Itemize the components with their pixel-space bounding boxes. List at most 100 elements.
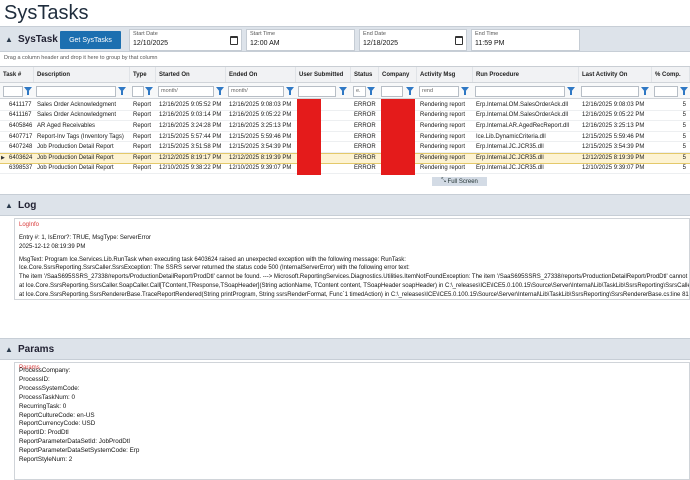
group-by-hint[interactable]: Drag a column header and drop it here to… [4, 55, 157, 61]
start-time-label: Start Time [250, 31, 276, 37]
col-header-procedure[interactable]: Run Procedure [473, 67, 579, 82]
col-header-started[interactable]: Started On [156, 67, 226, 82]
cell-pct: 5 [682, 155, 686, 162]
table-row[interactable]: 6407248 Job Production Detail Report Repor… [0, 141, 690, 154]
table-row[interactable]: 6407717 Report-Inv Tags (Inventory Tags) R… [0, 130, 690, 143]
cell-activity: Rendering report [420, 144, 466, 151]
log-line: MsgText: Program Ice.Services.Lib.RunTas… [19, 256, 406, 263]
start-date-field[interactable]: Start Date 12/10/2025 [129, 29, 242, 51]
table-row[interactable]: 6405846 AR Aged Receivables Report 12/16/20… [0, 120, 690, 133]
cell-description: Job Production Detail Report [37, 144, 114, 151]
chevron-up-icon[interactable]: ▲ [0, 201, 18, 210]
col-header-ended[interactable]: Ended On [226, 67, 296, 82]
filter-icon[interactable] [461, 87, 469, 95]
pct-filter-input[interactable] [654, 86, 678, 97]
filter-icon[interactable] [145, 87, 153, 95]
cell-ended: 12/16/2025 9:08:03 PM [229, 101, 292, 108]
cell-last: 12/16/2025 9:08:03 PM [582, 101, 645, 108]
cell-status: ERROR [354, 112, 376, 119]
full-screen-button[interactable]: ⤡ Full Screen [432, 177, 487, 186]
user-filter-input[interactable] [298, 86, 336, 97]
cell-task: 6398537 [9, 165, 33, 172]
cell-activity: Rendering report [420, 133, 466, 140]
cell-last: 12/16/2025 3:25:13 PM [582, 122, 645, 129]
col-header-pct[interactable]: % Comp. [652, 67, 690, 82]
end-date-label: End Date [363, 31, 386, 37]
filter-icon[interactable] [118, 87, 126, 95]
get-systasks-button[interactable]: Get SysTasks [60, 31, 121, 49]
started-filter-input[interactable]: month/ [158, 86, 214, 97]
param-line: ReportCultureCode: en-US [19, 411, 95, 419]
start-time-field[interactable]: Start Time 12:00 AM [246, 29, 355, 51]
calendar-icon[interactable] [455, 36, 463, 45]
filter-icon[interactable] [680, 87, 688, 95]
cell-activity: Rendering report [420, 165, 466, 172]
systask-grid: Task # Description Type Started On Ended… [0, 66, 690, 176]
filter-icon[interactable] [641, 87, 649, 95]
company-filter-input[interactable] [381, 86, 403, 97]
cell-type: Report [133, 144, 152, 151]
calendar-icon[interactable] [230, 36, 238, 45]
col-header-status[interactable]: Status [351, 67, 379, 82]
param-line: RecurringTask: 0 [19, 402, 67, 410]
col-header-task[interactable]: Task # [0, 67, 34, 82]
filter-icon[interactable] [216, 87, 224, 95]
col-header-user[interactable]: User Submitted [296, 67, 351, 82]
grid-filter-row: month/ month/ e. rend [0, 83, 690, 99]
redacted-company-cell [381, 141, 415, 154]
filter-icon[interactable] [339, 87, 347, 95]
systask-panel-header[interactable]: ▲ SysTask Get SysTasks Start Date 12/10/… [0, 26, 690, 52]
ended-filter-input[interactable]: month/ [228, 86, 284, 97]
log-panel-header[interactable]: ▲ Log [0, 194, 690, 216]
table-row[interactable]: 6398537 Job Production Detail Report Repor… [0, 162, 690, 175]
chevron-up-icon[interactable]: ▲ [0, 345, 18, 354]
param-line: ProcessID: [19, 375, 50, 383]
filter-icon[interactable] [406, 87, 414, 95]
cell-status: ERROR [354, 101, 376, 108]
table-row[interactable]: ▶ 6403624 Job Production Detail Report Repo… [0, 153, 690, 165]
param-line: ReportID: ProdDtl [19, 429, 69, 437]
cell-description: Sales Order Acknowledgment [37, 101, 117, 108]
table-row[interactable]: 6411177 Sales Order Acknowledgment Report 1… [0, 99, 690, 111]
procedure-filter-input[interactable] [475, 86, 565, 97]
col-header-company[interactable]: Company [379, 67, 417, 82]
row-indicator-icon: ▶ [1, 155, 5, 161]
table-row[interactable]: 6411167 Sales Order Acknowledgment Report 1… [0, 109, 690, 122]
cell-started: 12/16/2025 9:03:14 PM [159, 112, 222, 119]
cell-activity: Rendering report [420, 101, 466, 108]
col-header-activity[interactable]: Activity Msg [417, 67, 473, 82]
col-header-type[interactable]: Type [130, 67, 156, 82]
last-activity-filter-input[interactable] [581, 86, 639, 97]
param-line: ProcessSystemCode: [19, 384, 80, 392]
col-header-last-activity[interactable]: Last Activity On [579, 67, 652, 82]
cell-started: 12/12/2025 8:19:17 PM [159, 155, 222, 162]
cell-procedure: Erp.Internal.JC.JCR35.dll [476, 155, 544, 162]
params-box[interactable]: Params ProcessCompany: ProcessID: ProcessS… [14, 362, 690, 480]
activity-filter-input[interactable]: rend [419, 86, 459, 97]
params-panel-header[interactable]: ▲ Params [0, 338, 690, 360]
chevron-up-icon[interactable]: ▲ [0, 35, 18, 44]
redacted-user-cell [297, 162, 321, 175]
col-header-description[interactable]: Description [34, 67, 130, 82]
log-info-box[interactable]: LogInfo Entry #: 1, IsError?: TRUE, MsgT… [14, 218, 690, 300]
filter-icon[interactable] [286, 87, 294, 95]
start-date-label: Start Date [133, 31, 158, 37]
param-line: ProcessCompany: [19, 367, 71, 374]
cell-started: 12/10/2025 9:38:22 PM [159, 165, 222, 172]
param-line: ProcessTaskNum: 0 [19, 393, 75, 401]
filter-icon[interactable] [567, 87, 575, 95]
redacted-user-cell [297, 141, 321, 154]
description-filter-input[interactable] [36, 86, 116, 97]
end-date-value: 12/18/2025 [363, 40, 399, 47]
type-filter-input[interactable] [132, 86, 144, 97]
grid-header-row: Task # Description Type Started On Ended… [0, 67, 690, 83]
task-filter-input[interactable] [3, 86, 23, 97]
end-date-field[interactable]: End Date 12/18/2025 [359, 29, 467, 51]
cell-description: AR Aged Receivables [37, 122, 96, 129]
cell-last: 12/16/2025 9:05:22 PM [582, 112, 645, 119]
status-filter-input[interactable]: e. [353, 86, 366, 97]
filter-icon[interactable] [367, 87, 375, 95]
filter-icon[interactable] [24, 87, 32, 95]
param-line: ReportParameterDataSetSystemCode: Erp [19, 447, 140, 455]
end-time-field[interactable]: End Time 11:59 PM [471, 29, 580, 51]
